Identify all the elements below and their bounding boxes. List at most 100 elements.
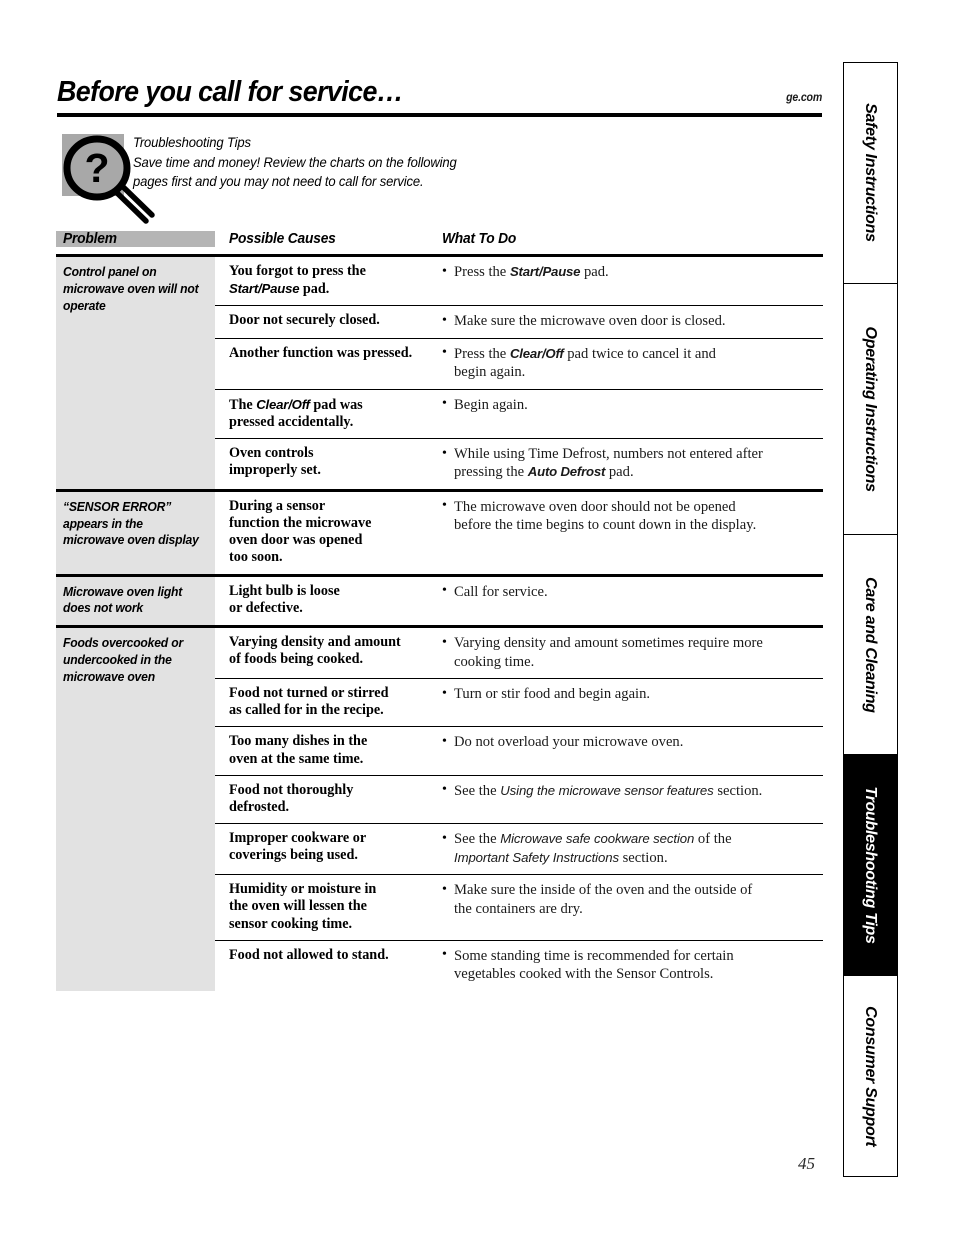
possible-cause-text: Light bulb is loose or defective. [229,582,340,616]
bullet-icon: • [442,947,447,963]
what-to-do-text: • Begin again. [442,396,528,413]
possible-cause-cell: Food not allowed to stand. [215,941,428,971]
possible-cause-cell: Too many dishes in the oven at the same t… [215,727,428,774]
possible-cause-cell: During a sensor function the microwave ove… [215,492,428,574]
what-to-do-cell: • Begin again. [428,390,823,421]
bullet-icon: • [442,445,447,461]
possible-cause-text: Food not turned or stirred as called for … [229,685,389,719]
sidebar-tab-troubleshooting-tips[interactable]: Troubleshooting Tips [844,754,897,977]
what-to-do-cell: • The microwave oven door should not be o… [428,492,823,542]
column-header-what-to-do: What To Do [442,230,517,247]
sidebar-tab-operating-instructions[interactable]: Operating Instructions [844,283,897,536]
table-row: Humidity or moisture in the oven will les… [215,874,823,940]
table-row: Improper cookware or coverings being used… [215,823,823,874]
column-header-possible-causes: Possible Causes [229,230,336,247]
bullet-icon: • [442,312,447,328]
sidebar-tab-care-and-cleaning[interactable]: Care and Cleaning [844,535,897,755]
what-to-do-text: • While using Time Defrost, numbers not e… [442,445,763,481]
tip-line-2: Save time and money! Review the charts o… [133,154,457,170]
what-to-do-cell: • Do not overload your microwave oven. [428,727,823,758]
bullet-icon: • [442,634,447,650]
possible-cause-cell: Door not securely closed. [215,306,428,336]
problem-cell: Foods overcooked or undercooked in the m… [56,628,215,991]
site-url: ge.com [786,91,822,104]
table-row: Varying density and amount of foods being… [215,628,823,678]
page-number: 45 [798,1154,815,1173]
table-body: Control panel on microwave oven will not… [56,257,823,991]
page-title: Before you call for service… [57,76,404,108]
cause-row-list: Light bulb is loose or defective. • Call fo… [215,577,823,626]
possible-cause-cell: Another function was pressed. [215,339,428,369]
bullet-icon: • [442,685,447,701]
possible-cause-cell: Oven controls improperly set. [215,439,428,486]
troubleshooting-tip-block: ? Troubleshooting Tips Save time and mon… [57,130,827,224]
possible-cause-text: The Clear/Off pad was pressed accidentall… [229,396,363,430]
section-tab-strip: Safety Instructions Operating Instruction… [843,62,898,1177]
possible-cause-text: Humidity or moisture in the oven will les… [229,881,377,932]
table-row: During a sensor function the microwave ove… [215,492,823,574]
column-header-problem: Problem [56,230,215,247]
what-to-do-cell: • Call for service. [428,577,823,608]
possible-cause-text: Food not allowed to stand. [229,946,389,963]
possible-cause-text: Door not securely closed. [229,312,380,329]
bullet-icon: • [442,733,447,749]
sidebar-tab-label: Operating Instructions [862,326,880,492]
sidebar-tab-label: Care and Cleaning [862,576,880,713]
what-to-do-text: • The microwave oven door should not be o… [442,498,757,534]
possible-cause-cell: Humidity or moisture in the oven will les… [215,875,428,940]
page-header: Before you call for service… ge.com [57,78,822,117]
what-to-do-text: • Some standing time is recommended for c… [442,947,734,983]
table-row: Oven controls improperly set. • While using… [215,438,823,489]
what-to-do-text: • Press the Clear/Off pad twice to cancel… [442,345,716,381]
possible-cause-cell: Varying density and amount of foods being… [215,628,428,675]
sidebar-tab-label: Safety Instructions [862,103,880,243]
troubleshooting-table: Problem Possible Causes What To Do Contr… [56,223,823,991]
possible-cause-text: Too many dishes in the oven at the same t… [229,733,368,767]
problem-cell: “SENSOR ERROR” appears in the microwave … [56,491,215,574]
table-row: You forgot to press the Start/Pause pad. •… [215,257,823,305]
table-row: Door not securely closed. • Make sure the … [215,305,823,337]
problem-label: Foods overcooked or undercooked in the m… [63,635,184,684]
tip-line-3: pages first and you may not need to call… [133,174,424,190]
what-to-do-text: • Varying density and amount sometimes re… [442,634,763,670]
what-to-do-text: • Do not overload your microwave oven. [442,733,684,751]
what-to-do-cell: • See the Using the microwave sensor feat… [428,776,823,807]
table-row: Food not turned or stirred as called for … [215,678,823,726]
bullet-icon: • [442,345,447,361]
bullet-icon: • [442,583,447,599]
what-to-do-cell: • Press the Start/Pause pad. [428,257,823,288]
what-to-do-cell: • Press the Clear/Off pad twice to cancel… [428,339,823,389]
cause-row-list: During a sensor function the microwave ove… [215,492,823,574]
table-row: Food not allowed to stand. • Some standing… [215,939,823,991]
bullet-icon: • [442,396,447,412]
possible-cause-text: Varying density and amount of foods being… [229,634,401,668]
bullet-icon: • [442,498,447,514]
header-divider [57,112,822,117]
problem-label: Control panel on microwave oven will not… [63,264,199,313]
table-row: Light bulb is loose or defective. • Call fo… [215,577,823,624]
possible-cause-cell: The Clear/Off pad was pressed accidentall… [215,390,428,438]
table-header: Problem Possible Causes What To Do [56,223,823,257]
sidebar-tab-consumer-support[interactable]: Consumer Support [844,976,897,1177]
possible-cause-cell: You forgot to press the Start/Pause pad. [215,257,428,305]
cause-row-list: You forgot to press the Start/Pause pad. •… [215,257,823,489]
possible-cause-text: During a sensor function the microwave ove… [229,497,372,566]
sidebar-tab-label: Consumer Support [862,1006,880,1147]
problem-cell: Control panel on microwave oven will not… [56,257,215,489]
what-to-do-cell: • See the Microwave safe cookware section… [428,824,823,874]
possible-cause-text: Oven controls improperly set. [229,445,321,479]
possible-cause-cell: Food not turned or stirred as called for … [215,679,428,726]
what-to-do-text: • See the Using the microwave sensor feat… [442,782,763,799]
table-row: Too many dishes in the oven at the same t… [215,726,823,774]
what-to-do-text: • Press the Start/Pause pad. [442,263,609,281]
table-row: The Clear/Off pad was pressed accidentall… [215,388,823,438]
problem-group: Foods overcooked or undercooked in the m… [56,628,823,991]
sidebar-tab-safety-instructions[interactable]: Safety Instructions [844,63,897,284]
bullet-icon: • [442,830,447,846]
problem-label: “SENSOR ERROR” appears in the microwave … [63,498,199,548]
bullet-icon: • [442,782,447,798]
possible-cause-text: Improper cookware or coverings being used… [229,830,367,864]
possible-cause-text: Another function was pressed. [229,344,413,361]
what-to-do-cell: • Make sure the microwave oven door is cl… [428,306,823,337]
possible-cause-cell: Improper cookware or coverings being used… [215,824,428,871]
